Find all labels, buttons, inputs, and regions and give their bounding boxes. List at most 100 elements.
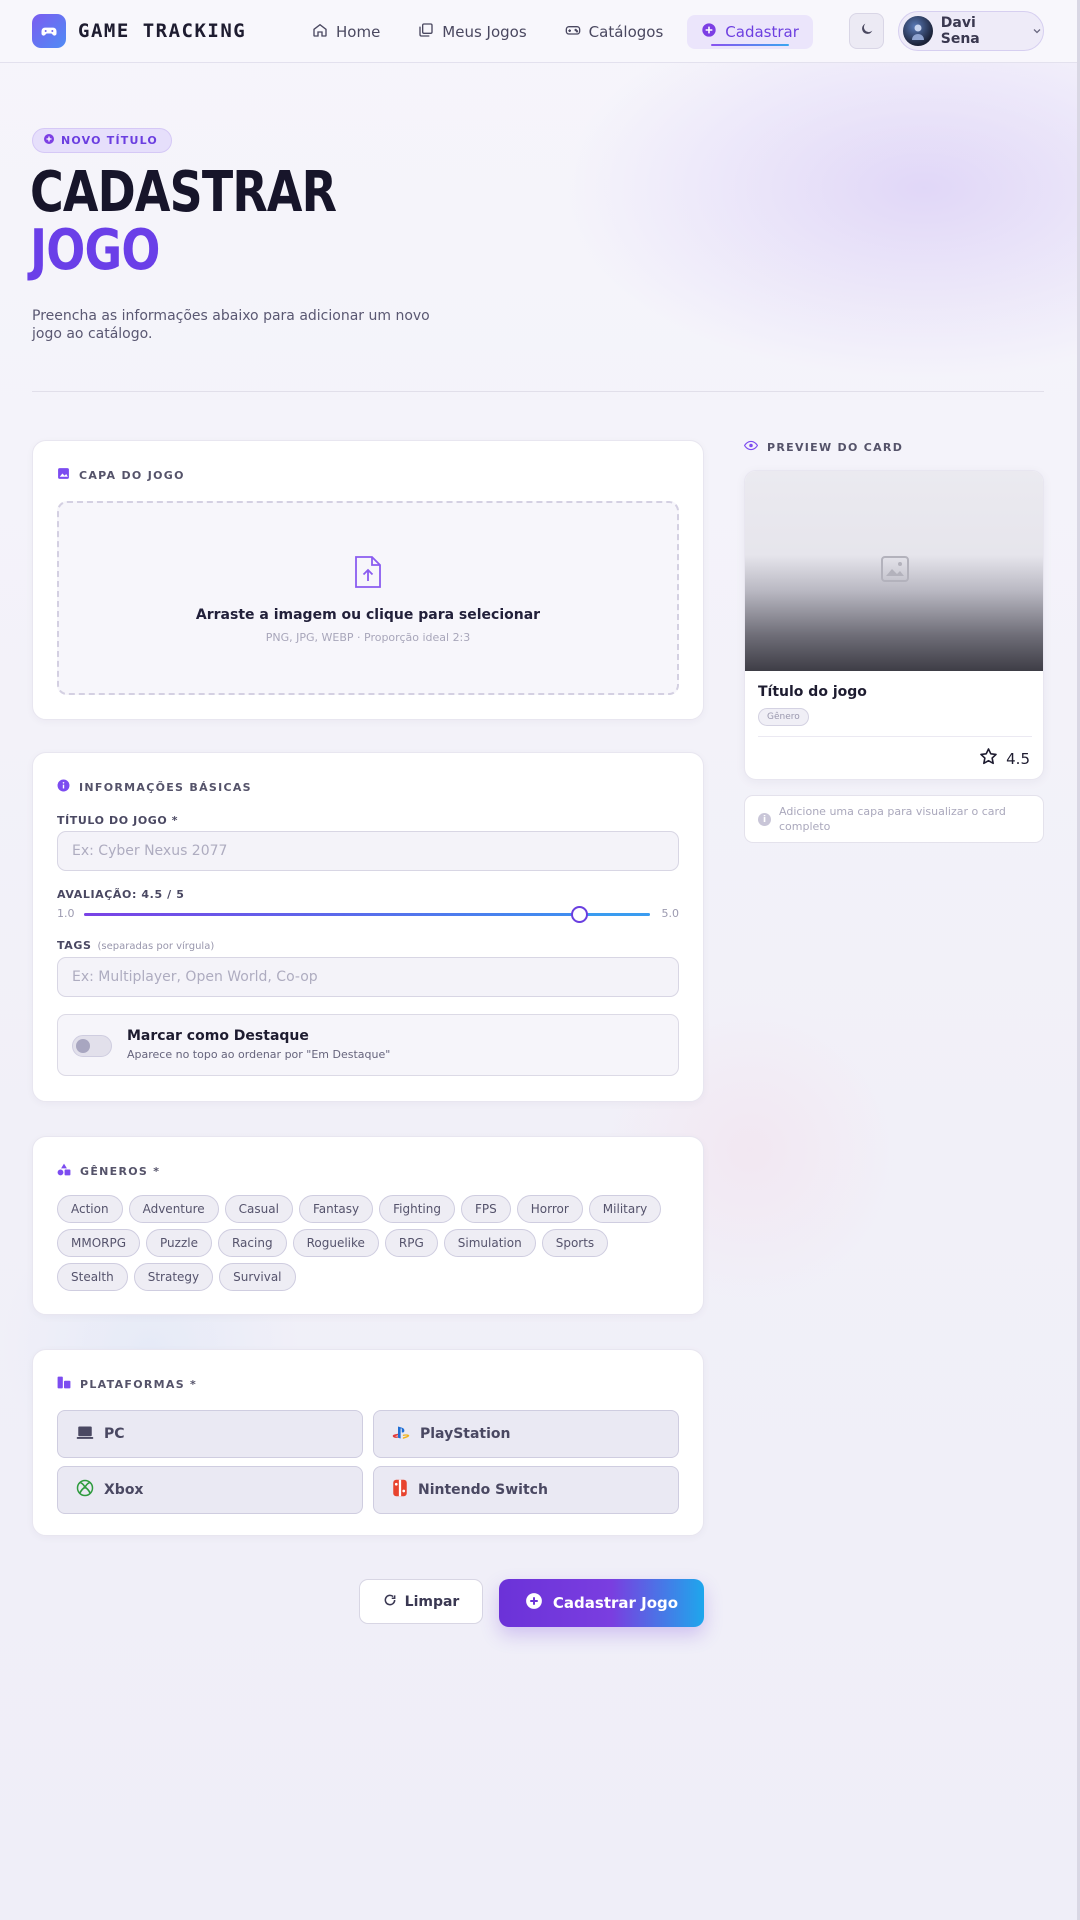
user-name: Davi Sena — [940, 15, 980, 47]
platform-xbox[interactable]: Xbox — [57, 1466, 363, 1514]
cover-upload-dropzone[interactable]: Arraste a imagem ou clique para selecion… — [57, 501, 679, 695]
nav-register-label: Cadastrar — [725, 23, 799, 41]
rating-slider-fill — [84, 913, 579, 916]
preview-card-genre: Gênero — [758, 708, 809, 726]
platform-pc[interactable]: PC — [57, 1410, 363, 1458]
platform-switch[interactable]: Nintendo Switch — [373, 1466, 679, 1514]
switch-icon — [392, 1479, 408, 1501]
genres-section-title: GÊNEROS * — [80, 1164, 161, 1178]
star-icon — [979, 747, 998, 770]
page-title: CADASTRAR JOGO — [30, 160, 337, 283]
nav-catalogs-label: Catálogos — [588, 23, 664, 41]
platforms-section-label: PLATAFORMAS * — [57, 1376, 197, 1392]
nav-home[interactable]: Home — [298, 15, 394, 49]
tags-hint: (separadas por vírgula) — [97, 941, 215, 952]
preview-card-rating: 4.5 — [979, 747, 1030, 770]
preview-section-title: PREVIEW DO CARD — [767, 440, 904, 454]
genre-chip[interactable]: Roguelike — [292, 1229, 379, 1257]
genre-chip[interactable]: Racing — [217, 1229, 287, 1257]
refresh-icon — [383, 1593, 397, 1611]
avatar — [903, 16, 933, 46]
nav-links: Home Meus Jogos Catálogos Cadastrar — [298, 15, 813, 49]
genre-chip[interactable]: Military — [588, 1195, 662, 1223]
genre-chip[interactable]: Casual — [224, 1195, 293, 1223]
submit-button-label: Cadastrar Jogo — [552, 1594, 679, 1612]
shapes-icon — [57, 1163, 71, 1179]
clear-button[interactable]: Limpar — [359, 1579, 483, 1624]
genre-chip[interactable]: Simulation — [443, 1229, 536, 1257]
plus-circle-icon — [43, 133, 55, 148]
laptop-icon — [76, 1425, 94, 1444]
genre-chip[interactable]: Horror — [516, 1195, 583, 1223]
info-icon: i — [758, 813, 771, 826]
genre-chip[interactable]: Survival — [219, 1263, 296, 1291]
library-icon — [418, 22, 434, 42]
genre-chip[interactable]: RPG — [384, 1229, 438, 1257]
top-navbar: GAME TRACKING Home Meus Jogos Catálogos … — [0, 0, 1080, 63]
nav-catalogs[interactable]: Catálogos — [551, 15, 678, 49]
rating-slider-thumb[interactable] — [571, 906, 588, 923]
preview-card-title: Título do jogo — [758, 684, 867, 700]
nav-my-games[interactable]: Meus Jogos — [404, 15, 540, 49]
genre-chip[interactable]: Fighting — [379, 1195, 455, 1223]
genre-chip[interactable]: Action — [57, 1195, 123, 1223]
moon-icon — [859, 21, 875, 41]
platforms-icon — [57, 1376, 71, 1392]
genre-chip[interactable]: Puzzle — [146, 1229, 212, 1257]
featured-title: Marcar como Destaque — [127, 1028, 309, 1044]
genre-chip[interactable]: MMORPG — [57, 1229, 141, 1257]
platform-xbox-label: Xbox — [104, 1482, 144, 1498]
genre-chip[interactable]: Sports — [541, 1229, 609, 1257]
featured-subtitle: Aparece no topo ao ordenar por "Em Desta… — [127, 1048, 391, 1061]
genre-chip-list: Action Adventure Casual Fantasy Fighting… — [57, 1195, 679, 1291]
theme-toggle-button[interactable] — [849, 13, 884, 49]
tags-input[interactable] — [57, 957, 679, 997]
rating-slider-rest — [579, 913, 650, 916]
preview-section-label: PREVIEW DO CARD — [743, 440, 904, 454]
submit-button[interactable]: Cadastrar Jogo — [499, 1579, 704, 1627]
home-icon — [312, 22, 328, 42]
genres-card: GÊNEROS * Action Adventure Casual Fantas… — [32, 1136, 704, 1315]
clear-button-label: Limpar — [404, 1593, 460, 1610]
platform-options: PC PlayStation Xbox Nintendo Switch — [57, 1410, 679, 1514]
chevron-down-icon — [1031, 22, 1043, 41]
preview-card: Título do jogo Gênero 4.5 — [744, 470, 1044, 780]
featured-toggle[interactable] — [72, 1035, 112, 1057]
title-input[interactable] — [57, 831, 679, 871]
genre-chip[interactable]: Adventure — [128, 1195, 219, 1223]
image-placeholder-icon — [881, 556, 909, 586]
genre-chip[interactable]: Stealth — [57, 1263, 128, 1291]
platforms-card: PLATAFORMAS * PC PlayStation Xbox Ninten… — [32, 1349, 704, 1536]
platform-switch-label: Nintendo Switch — [418, 1482, 548, 1498]
gamepad-icon — [565, 22, 581, 42]
brand[interactable]: GAME TRACKING — [32, 14, 246, 48]
rating-slider[interactable]: 1.0 5.0 — [57, 906, 679, 923]
page-title-line1: CADASTRAR — [30, 160, 337, 225]
cover-section-title: CAPA DO JOGO — [79, 468, 185, 482]
nav-home-label: Home — [336, 23, 381, 41]
platform-playstation[interactable]: PlayStation — [373, 1410, 679, 1458]
new-title-badge: NOVO TÍTULO — [32, 128, 172, 153]
page-title-line2: JOGO — [30, 218, 160, 283]
cover-section-label: CAPA DO JOGO — [57, 467, 185, 483]
basic-section-label: INFORMAÇÕES BÁSICAS — [57, 779, 252, 795]
plus-circle-icon — [701, 22, 717, 42]
title-field-label: TÍTULO DO JOGO * — [57, 814, 179, 827]
featured-option: Marcar como Destaque Aparece no topo ao … — [57, 1014, 679, 1076]
rating-label: AVALIAÇÃO: 4.5 / 5 — [57, 888, 185, 901]
nav-register[interactable]: Cadastrar — [687, 15, 813, 49]
genre-chip[interactable]: FPS — [460, 1195, 511, 1223]
page-description: Preencha as informações abaixo para adic… — [32, 308, 430, 342]
basic-section-title: INFORMAÇÕES BÁSICAS — [79, 780, 252, 794]
file-upload-icon — [354, 555, 382, 593]
preview-card-divider — [758, 736, 1032, 737]
featured-toggle-knob — [76, 1039, 90, 1053]
user-menu-button[interactable]: Davi Sena — [898, 11, 1044, 51]
genre-chip[interactable]: Strategy — [133, 1263, 214, 1291]
preview-rating-value: 4.5 — [1006, 749, 1030, 768]
genre-chip[interactable]: Fantasy — [298, 1195, 374, 1223]
rating-min-label: 1.0 — [57, 907, 75, 920]
plus-circle-icon — [525, 1592, 543, 1614]
rating-slider-track[interactable] — [84, 906, 650, 923]
platform-playstation-label: PlayStation — [420, 1426, 511, 1442]
